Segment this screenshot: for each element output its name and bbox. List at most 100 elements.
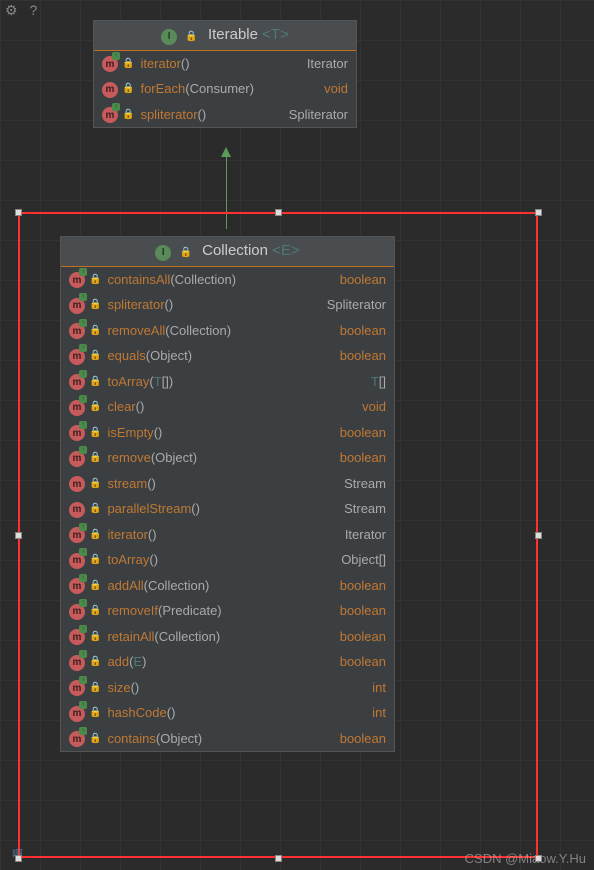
lock-icon: 🔒 (89, 452, 101, 463)
lock-icon: 🔒 (89, 682, 101, 693)
lock-icon: 🔒 (89, 401, 101, 412)
class-generic: <T> (262, 26, 289, 43)
lock-icon: 🔒 (89, 733, 101, 744)
method-row[interactable]: m↑🔒spliterator()Spliterator (94, 102, 356, 128)
lock-icon: 🔒 (122, 109, 134, 120)
return-type: Iterator (307, 56, 348, 71)
return-type: boolean (340, 323, 386, 338)
method-row[interactable]: m↑🔒isEmpty()boolean (61, 420, 394, 446)
lock-icon: 🔒 (89, 376, 101, 387)
method-name: stream (107, 476, 147, 491)
method-list: m↑🔒iterator()Iteratorm🔒forEach(Consumer)… (94, 51, 356, 128)
method-name: toArray (107, 374, 149, 389)
return-type: void (324, 81, 348, 96)
selection-handle[interactable] (15, 209, 22, 216)
method-name: iterator (140, 56, 180, 71)
class-iterable[interactable]: I 🔒 Iterable <T> m↑🔒iterator()Iteratorm🔒… (93, 20, 357, 128)
return-type: boolean (340, 654, 386, 669)
return-type: void (362, 399, 386, 414)
selection-handle[interactable] (275, 209, 282, 216)
class-collection[interactable]: I 🔒 Collection <E> m↑🔒containsAll(Collec… (60, 236, 395, 752)
method-row[interactable]: m↑🔒removeAll(Collection)boolean (61, 318, 394, 344)
class-header: I 🔒 Iterable <T> (94, 21, 356, 51)
method-row[interactable]: m↑🔒clear()void (61, 394, 394, 420)
method-name: hashCode (107, 705, 166, 720)
watermark: CSDN @Miaow.Y.Hu (465, 851, 586, 866)
return-type: Spliterator (289, 107, 348, 122)
method-name: isEmpty (107, 425, 153, 440)
selection-handle[interactable] (15, 855, 22, 862)
method-row[interactable]: m↑🔒add(E)boolean (61, 649, 394, 675)
selection-handle[interactable] (535, 532, 542, 539)
method-row[interactable]: m↑🔒equals(Object)boolean (61, 343, 394, 369)
return-type: boolean (340, 450, 386, 465)
lock-icon: 🔒 (89, 554, 101, 565)
method-row[interactable]: m↑🔒containsAll(Collection)boolean (61, 267, 394, 293)
lock-icon: 🔒 (185, 31, 197, 42)
lock-icon: 🔒 (89, 503, 101, 514)
method-row[interactable]: m🔒stream()Stream (61, 471, 394, 497)
lock-icon: 🔒 (89, 605, 101, 616)
lock-icon: 🔒 (122, 83, 134, 94)
method-name: clear (107, 399, 135, 414)
selection-handle[interactable] (535, 209, 542, 216)
lock-icon: 🔒 (89, 478, 101, 489)
selection-handle[interactable] (15, 532, 22, 539)
method-row[interactable]: m↑🔒removeIf(Predicate)boolean (61, 598, 394, 624)
selection-handle[interactable] (275, 855, 282, 862)
method-name: add (107, 654, 129, 669)
gear-icon[interactable]: ⚙ (5, 2, 18, 18)
method-row[interactable]: m↑🔒toArray(T[])T[] (61, 369, 394, 395)
method-row[interactable]: m↑🔒remove(Object)boolean (61, 445, 394, 471)
return-type: boolean (340, 272, 386, 287)
method-name: equals (107, 348, 145, 363)
lock-icon: 🔒 (89, 529, 101, 540)
method-name: addAll (107, 578, 143, 593)
lock-icon: 🔒 (89, 350, 101, 361)
return-type: Object[] (341, 552, 386, 567)
inheritance-arrow (226, 155, 227, 229)
method-row[interactable]: m↑🔒iterator()Iterator (94, 51, 356, 77)
help-icon[interactable]: ? (29, 2, 37, 18)
method-row[interactable]: m↑🔒toArray()Object[] (61, 547, 394, 573)
method-row[interactable]: m↑🔒addAll(Collection)boolean (61, 573, 394, 599)
lock-icon: 🔒 (89, 580, 101, 591)
return-type: boolean (340, 578, 386, 593)
selection-handle[interactable] (535, 855, 542, 862)
method-name: removeIf (107, 603, 158, 618)
lock-icon: 🔒 (89, 656, 101, 667)
lock-icon: 🔒 (122, 58, 134, 69)
method-name: retainAll (107, 629, 154, 644)
method-name: iterator (107, 527, 147, 542)
method-name: spliterator (140, 107, 197, 122)
method-name: remove (107, 450, 150, 465)
lock-icon: 🔒 (89, 325, 101, 336)
class-title: Iterable (208, 26, 258, 43)
toolbar: ⚙ ? (5, 2, 45, 19)
return-type: boolean (340, 731, 386, 746)
lock-icon: 🔒 (89, 274, 101, 285)
return-type: boolean (340, 629, 386, 644)
method-row[interactable]: m🔒forEach(Consumer)void (94, 76, 356, 102)
method-row[interactable]: m↑🔒size()int (61, 675, 394, 701)
method-row[interactable]: m🔒parallelStream()Stream (61, 496, 394, 522)
return-type: int (372, 680, 386, 695)
method-name: spliterator (107, 297, 164, 312)
method-icon: m (102, 82, 118, 98)
interface-icon: I (161, 29, 177, 45)
return-type: T[] (371, 374, 386, 389)
method-name: containsAll (107, 272, 170, 287)
class-generic: <E> (272, 242, 300, 259)
lock-icon: 🔒 (89, 631, 101, 642)
class-title: Collection (202, 242, 268, 259)
class-header: I 🔒 Collection <E> (61, 237, 394, 267)
method-row[interactable]: m↑🔒spliterator()Spliterator (61, 292, 394, 318)
method-row[interactable]: m↑🔒iterator()Iterator (61, 522, 394, 548)
method-name: forEach (140, 81, 185, 96)
method-row[interactable]: m↑🔒contains(Object)boolean (61, 726, 394, 752)
method-row[interactable]: m↑🔒retainAll(Collection)boolean (61, 624, 394, 650)
method-row[interactable]: m↑🔒hashCode()int (61, 700, 394, 726)
return-type: Stream (344, 501, 386, 516)
method-icon: m (69, 476, 85, 492)
method-icon: m (69, 502, 85, 518)
